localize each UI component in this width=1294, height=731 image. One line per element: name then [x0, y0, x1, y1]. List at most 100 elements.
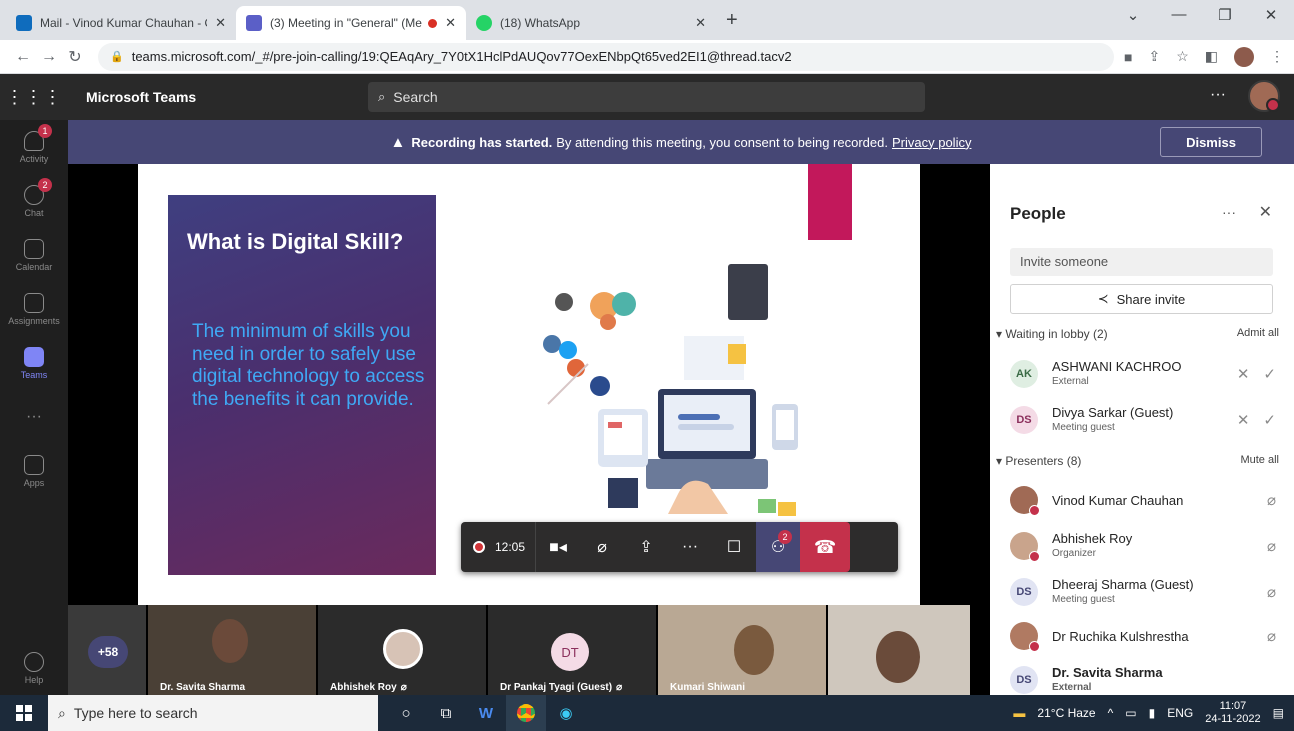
- privacy-policy-link[interactable]: Privacy policy: [892, 135, 971, 150]
- invite-input[interactable]: Invite someone: [1010, 248, 1273, 276]
- lobby-person[interactable]: AK ASHWANI KACHROO External ✕ ✓: [1010, 354, 1276, 394]
- browser-menu-icon[interactable]: ⋮: [1270, 48, 1284, 65]
- url-text: teams.microsoft.com/_#/pre-join-calling/…: [131, 49, 792, 64]
- more-actions-button[interactable]: ···: [668, 522, 712, 572]
- search-icon: ⌕: [58, 704, 66, 721]
- close-icon[interactable]: ✕: [1259, 202, 1272, 222]
- profile-avatar[interactable]: [1234, 46, 1254, 67]
- rail-calendar[interactable]: Calendar: [0, 228, 68, 282]
- deny-icon[interactable]: ✕: [1237, 365, 1250, 383]
- participant-tile[interactable]: Abhishek Roy ⌀: [318, 605, 488, 695]
- presenter-person[interactable]: Vinod Kumar Chauhan ⌀: [1010, 480, 1276, 520]
- dismiss-button[interactable]: Dismiss: [1160, 127, 1262, 157]
- bookmark-star-icon[interactable]: ☆: [1176, 48, 1189, 65]
- edge-icon[interactable]: ◉: [546, 695, 586, 731]
- presenter-person[interactable]: Dr Ruchika Kulshrestha ⌀: [1010, 616, 1276, 656]
- camera-button[interactable]: ■◂: [536, 522, 580, 572]
- side-panel-icon[interactable]: ◧: [1205, 48, 1218, 65]
- presenters-section-header[interactable]: ▾ Presenters (8) Mute all: [996, 454, 1279, 468]
- close-tab-icon[interactable]: ✕: [445, 15, 456, 31]
- participant-avatar: [383, 629, 423, 669]
- hang-up-button[interactable]: ☎: [800, 522, 851, 572]
- participant-tile[interactable]: Kumari Shiwani: [658, 605, 828, 695]
- presenter-person[interactable]: DS Dheeraj Sharma (Guest) Meeting guest ⌀: [1010, 572, 1276, 612]
- clock[interactable]: 11:07 24-11-2022: [1205, 700, 1260, 726]
- language-indicator[interactable]: ENG: [1167, 706, 1193, 720]
- tab-mail[interactable]: Mail - Vinod Kumar Chauhan - O ✕: [6, 6, 236, 40]
- person-name: Dheeraj Sharma (Guest) Meeting guest: [1052, 577, 1267, 607]
- chat-button[interactable]: ☐: [712, 522, 756, 572]
- rail-activity[interactable]: 1 Activity: [0, 120, 68, 174]
- address-bar[interactable]: 🔒 teams.microsoft.com/_#/pre-join-callin…: [98, 42, 1114, 71]
- weather-text[interactable]: 21°C Haze: [1037, 706, 1095, 720]
- tab-teams-meeting[interactable]: (3) Meeting in "General" (Me ✕: [236, 6, 466, 40]
- person-name: Divya Sarkar (Guest) Meeting guest: [1052, 405, 1237, 435]
- presenter-person[interactable]: DS Dr. Savita Sharma External: [1010, 660, 1276, 700]
- more-participants-tile[interactable]: +58: [68, 605, 148, 695]
- more-options-icon[interactable]: ···: [1222, 204, 1236, 220]
- rail-label: Help: [24, 674, 44, 685]
- presenters-label: ▾ Presenters (8): [996, 454, 1081, 468]
- participant-tile[interactable]: [828, 605, 970, 695]
- rail-label: Teams: [20, 369, 48, 380]
- presenter-person[interactable]: Abhishek Roy Organizer ⌀: [1010, 526, 1276, 566]
- panel-title: People: [1010, 204, 1066, 223]
- participant-tile[interactable]: DT Dr Pankaj Tyagi (Guest) ⌀: [488, 605, 658, 695]
- task-view-icon[interactable]: ⧉: [426, 695, 466, 731]
- close-window-button[interactable]: ✕: [1248, 6, 1294, 24]
- browser-toolbar-icons: ■ ⇪ ☆ ◧ ⋮: [1124, 46, 1284, 67]
- rail-chat[interactable]: 2 Chat: [0, 174, 68, 228]
- mute-all-button[interactable]: Mute all: [1240, 454, 1279, 468]
- mic-off-icon: ⌀: [616, 682, 623, 693]
- camera-icon[interactable]: ■: [1124, 49, 1132, 65]
- admit-check-icon[interactable]: ✓: [1263, 365, 1276, 383]
- minimize-button[interactable]: —: [1156, 6, 1202, 24]
- word-icon[interactable]: W: [466, 695, 506, 731]
- user-avatar[interactable]: [1248, 80, 1280, 112]
- rail-help[interactable]: Help: [0, 641, 68, 695]
- video-camera-icon: ■◂: [549, 539, 567, 556]
- more-options-icon[interactable]: ···: [1210, 86, 1226, 104]
- close-tab-icon[interactable]: ✕: [215, 15, 226, 31]
- lock-icon[interactable]: 🔒: [110, 50, 124, 63]
- rail-more[interactable]: ···: [0, 390, 68, 444]
- share-icon[interactable]: ⇪: [1148, 48, 1160, 65]
- back-icon[interactable]: ←: [10, 48, 36, 66]
- participants-button[interactable]: ⚇ 2: [756, 522, 801, 572]
- chrome-icon[interactable]: [506, 695, 546, 731]
- admit-all-button[interactable]: Admit all: [1237, 327, 1279, 341]
- new-tab-button[interactable]: +: [716, 9, 748, 40]
- forward-icon[interactable]: →: [36, 48, 62, 66]
- lobby-section-header[interactable]: ▾ Waiting in lobby (2) Admit all: [996, 327, 1279, 341]
- mic-button[interactable]: ⌀: [580, 522, 624, 572]
- cortana-icon[interactable]: ○: [386, 695, 426, 731]
- network-icon[interactable]: ▭: [1125, 706, 1136, 720]
- tab-whatsapp[interactable]: (18) WhatsApp ✕: [466, 6, 716, 40]
- search-box[interactable]: ⌕ Search: [368, 82, 925, 112]
- taskbar-search-placeholder: Type here to search: [73, 705, 198, 721]
- rail-assignments[interactable]: Assignments: [0, 282, 68, 336]
- tray-chevron-icon[interactable]: ^: [1108, 706, 1114, 720]
- taskbar-search[interactable]: ⌕ Type here to search: [48, 695, 378, 731]
- person-avatar: [1010, 622, 1040, 652]
- participants-badge: 2: [778, 530, 793, 544]
- mic-off-icon: ⌀: [1266, 538, 1276, 555]
- app-launcher-icon[interactable]: ⋮⋮⋮: [0, 87, 68, 108]
- rail-teams[interactable]: Teams: [0, 336, 68, 390]
- start-button[interactable]: [0, 705, 48, 721]
- admit-check-icon[interactable]: ✓: [1263, 411, 1276, 429]
- person-avatar: [1010, 532, 1040, 562]
- deny-icon[interactable]: ✕: [1237, 411, 1250, 429]
- share-invite-button[interactable]: ≺ Share invite: [1010, 284, 1273, 314]
- rail-apps[interactable]: Apps: [0, 444, 68, 498]
- mic-icon[interactable]: ▮: [1149, 706, 1156, 720]
- close-tab-icon[interactable]: ✕: [695, 15, 706, 31]
- tab-search-icon[interactable]: ⌄: [1110, 6, 1156, 24]
- share-screen-button[interactable]: ⇪: [624, 522, 668, 572]
- participant-tile[interactable]: Dr. Savita Sharma: [148, 605, 318, 695]
- notifications-icon[interactable]: ▤: [1273, 706, 1284, 720]
- person-role: Meeting guest: [1052, 422, 1115, 433]
- restore-button[interactable]: ❐: [1202, 6, 1248, 24]
- lobby-person[interactable]: DS Divya Sarkar (Guest) Meeting guest ✕ ✓: [1010, 400, 1276, 440]
- reload-icon[interactable]: ↻: [62, 47, 88, 67]
